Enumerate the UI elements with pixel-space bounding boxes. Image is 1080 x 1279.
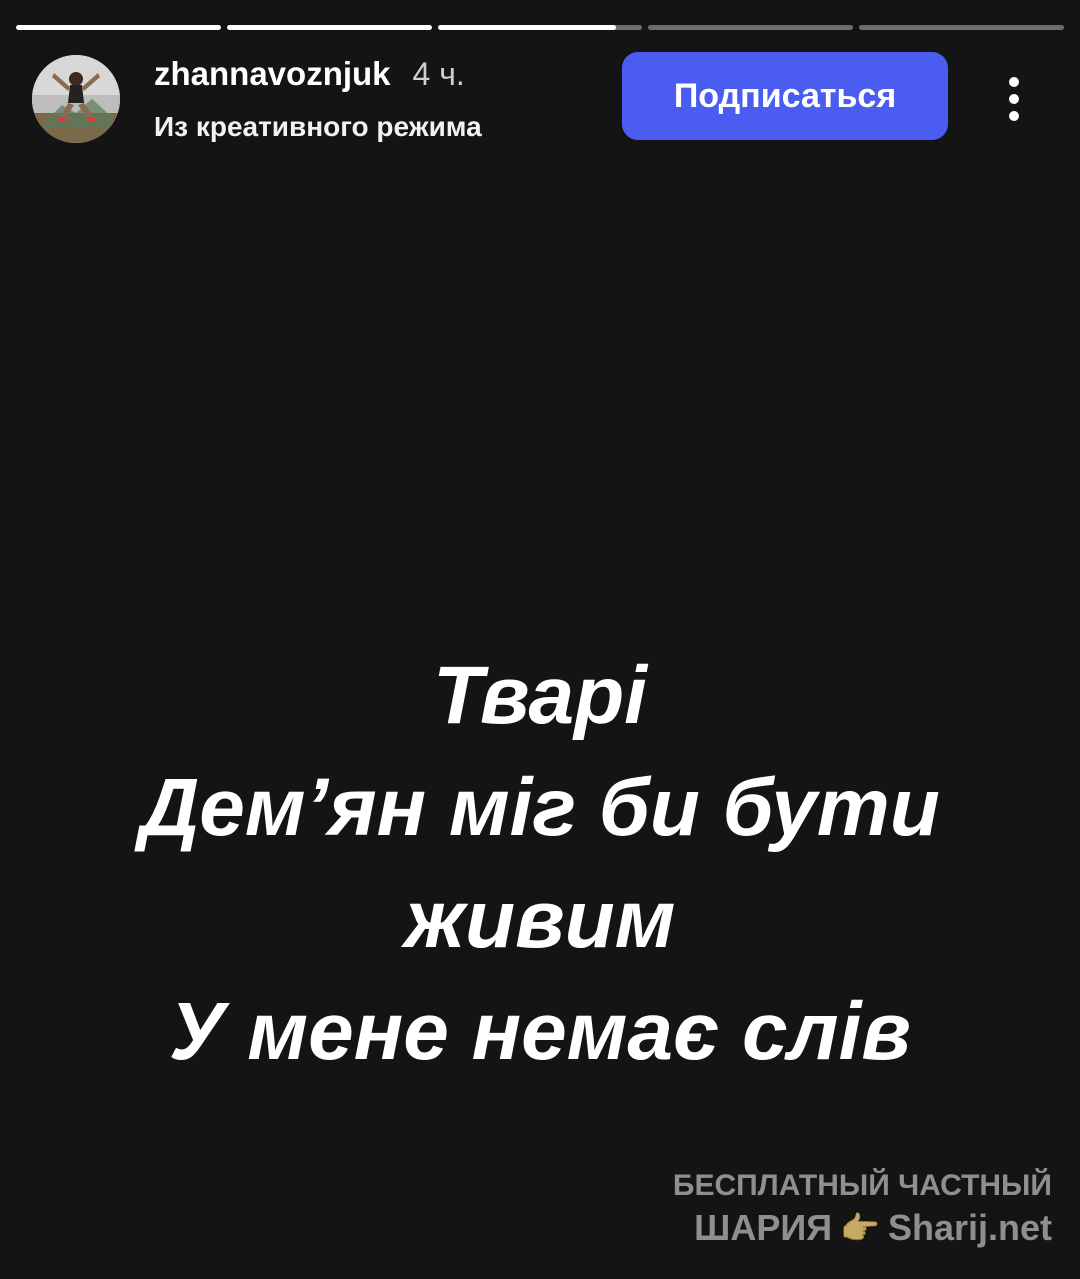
subscribe-button[interactable]: Подписаться [622,52,948,140]
avatar[interactable] [32,55,120,143]
story-line: У мене немає слів [169,986,911,1077]
user-info: zhannavoznjuk 4 ч. Из креативного режима [154,55,482,143]
watermark-brand: ШАРИЯ [694,1207,833,1248]
watermark-site: Sharij.net [887,1207,1052,1248]
progress-segment [16,25,221,30]
more-options-icon[interactable] [994,69,1034,129]
watermark-line2: ШАРИЯ 👉 Sharij.net [673,1207,1052,1249]
athlete-avatar-icon [32,55,120,143]
story-header: zhannavoznjuk 4 ч. Из креативного режима… [32,52,1048,145]
story-line: Тварі [433,650,647,741]
story-line: живим [404,874,676,965]
progress-segment [648,25,854,30]
progress-segment [859,25,1064,30]
story-progress-bar [16,25,1064,30]
pointing-hand-icon: 👉 [840,1210,880,1246]
story-line: Дем’ян міг би бути [140,762,940,853]
progress-segment [437,25,643,30]
watermark: БЕСПЛАТНЫЙ ЧАСТНЫЙ ШАРИЯ 👉 Sharij.net [673,1169,1052,1249]
story-source-label[interactable]: Из креативного режима [154,111,482,143]
story-text: Тварі Дем’ян міг би бути живим У мене не… [0,640,1080,1088]
watermark-line1: БЕСПЛАТНЫЙ ЧАСТНЫЙ [672,1169,1052,1202]
user-line: zhannavoznjuk 4 ч. [154,55,482,99]
post-time: 4 ч. [412,56,465,92]
username[interactable]: zhannavoznjuk [154,55,391,93]
progress-segment [226,25,432,30]
